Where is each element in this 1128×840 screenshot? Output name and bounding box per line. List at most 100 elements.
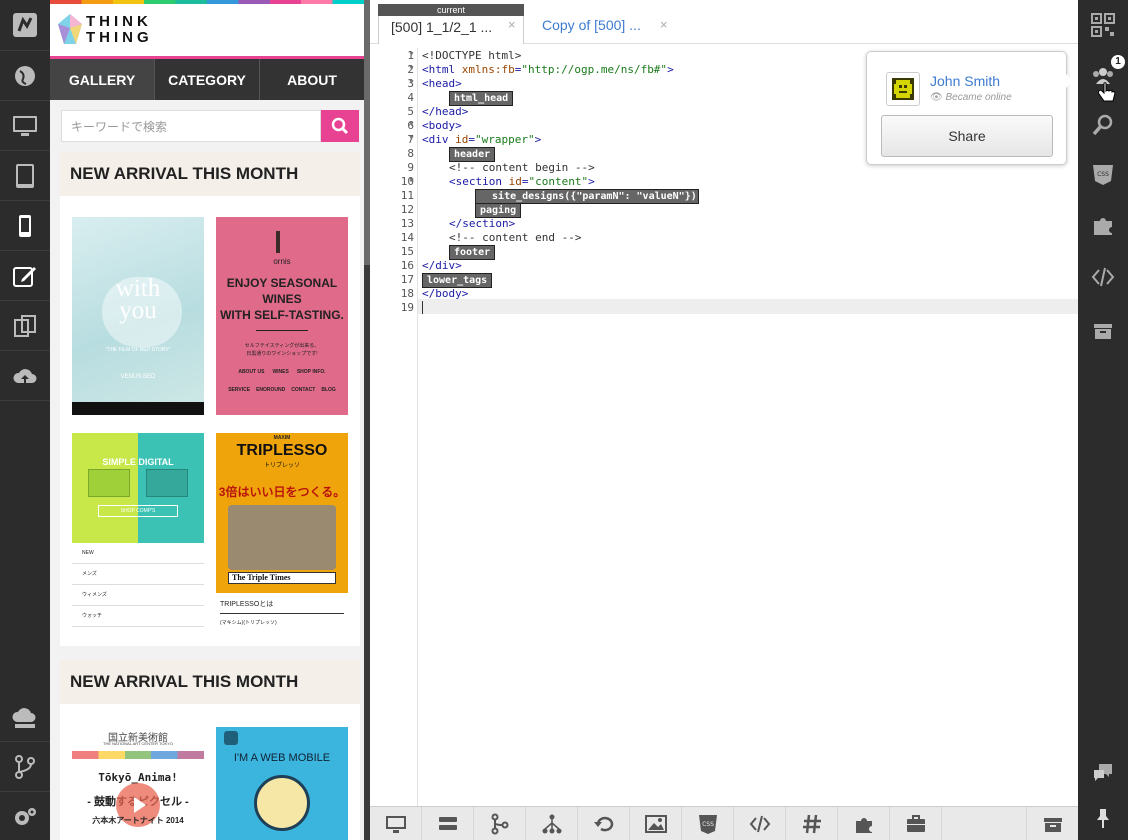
code-button[interactable]: [734, 807, 786, 840]
fold-arrow-icon[interactable]: ▼: [408, 79, 415, 86]
code-line-9: <!-- content begin -->: [449, 161, 595, 174]
line-number: 16: [400, 259, 414, 272]
code-icon: [749, 815, 770, 833]
tab-current-file[interactable]: current [500] 1_1/2_1 ...: [378, 4, 524, 44]
thumb2-link2: BLOG: [321, 387, 336, 393]
smartphone-icon[interactable]: [0, 201, 50, 251]
close-tab-icon[interactable]: ×: [508, 17, 516, 32]
branch-icon[interactable]: [0, 742, 50, 792]
css-button[interactable]: CSS: [682, 807, 734, 840]
pin-icon[interactable]: [1078, 793, 1128, 840]
nav-about[interactable]: ABOUT: [260, 59, 364, 100]
fold-arrow-icon[interactable]: ▼: [408, 51, 415, 58]
sitemap-icon: [542, 814, 561, 834]
editor-tabs: current [500] 1_1/2_1 ... × Copy of [500…: [370, 0, 1078, 44]
preview-search: キーワードで検索: [61, 110, 359, 142]
fold-arrow-icon[interactable]: ▼: [408, 177, 415, 184]
tablet-icon[interactable]: [0, 151, 50, 201]
nav-gallery[interactable]: GALLERY: [50, 59, 155, 100]
briefcase-button[interactable]: [890, 807, 942, 840]
search-icon[interactable]: [1078, 100, 1128, 150]
svg-text:CSS: CSS: [1097, 171, 1109, 178]
qr-code-icon[interactable]: [1078, 0, 1128, 50]
left-sidebar: [0, 0, 50, 840]
edit-icon[interactable]: [0, 251, 50, 301]
line-number: 19: [400, 301, 414, 314]
template-tag-lower-tags[interactable]: lower_tags: [422, 273, 493, 288]
share-button[interactable]: Share: [881, 115, 1053, 157]
close-tab-icon[interactable]: ×: [660, 17, 668, 32]
code-token: "wrapper": [475, 133, 535, 146]
code-line-16: </div>: [422, 259, 462, 272]
app-logo-icon[interactable]: [0, 0, 50, 50]
thumb2-headline2: WINES: [262, 292, 302, 306]
puzzle-icon[interactable]: [1078, 200, 1128, 250]
popup-arrow: [1066, 74, 1073, 88]
globe-icon[interactable]: [0, 51, 50, 101]
template-tag-header[interactable]: header: [449, 147, 496, 162]
tab-current-label: [500] 1_1/2_1 ...: [391, 19, 493, 35]
code-token: >: [667, 63, 674, 76]
archive-button[interactable]: [1026, 807, 1078, 840]
image-icon: [644, 815, 667, 833]
gallery-thumb-triplesso[interactable]: MAXIM TRIPLESSO トリプレッソ 3倍はいい日をつくる。 The T…: [216, 433, 348, 629]
template-tag-footer[interactable]: footer: [449, 245, 496, 260]
sitemap-button[interactable]: [526, 807, 578, 840]
hash-button[interactable]: [786, 807, 838, 840]
settings-icon[interactable]: [0, 792, 50, 840]
thumb2-sub2: 日黒通りのワインショップです!: [246, 351, 318, 357]
css-icon[interactable]: CSS: [1078, 150, 1128, 200]
fold-arrow-icon[interactable]: ▼: [408, 135, 415, 142]
upload-tray-icon[interactable]: [0, 692, 50, 742]
undo-history-button[interactable]: [578, 807, 630, 840]
gallery-thumb-tokyo-anima[interactable]: 国立新美術館 THE NATIONAL ART CENTER TOKYO Tōk…: [72, 727, 204, 840]
nav-category[interactable]: CATEGORY: [155, 59, 260, 100]
image-button[interactable]: [630, 807, 682, 840]
template-tag-site-designs[interactable]: site_designs({"paramN": "valueN"}): [475, 189, 699, 204]
thumb2-link2: SERVICE: [228, 387, 251, 393]
search-button[interactable]: [321, 110, 359, 142]
search-input[interactable]: キーワードで検索: [61, 110, 321, 142]
layout-rows-button[interactable]: [422, 807, 474, 840]
archive-icon[interactable]: [1078, 305, 1128, 355]
tree-button[interactable]: [474, 807, 526, 840]
tab-copy-file[interactable]: Copy of [500] ...: [542, 17, 641, 33]
undo-icon: [593, 816, 613, 832]
line-number: 4: [407, 91, 414, 104]
preview-header: THINK THING: [50, 4, 364, 56]
site-preview: THINK THING GALLERY CATEGORY ABOUT キーワード…: [50, 0, 364, 840]
copy-icon[interactable]: [0, 301, 50, 351]
code-line-6: <body>: [422, 119, 462, 132]
code-token: "content": [528, 175, 589, 188]
user-name-link[interactable]: John Smith: [930, 73, 1000, 89]
gallery-thumb-venus-bed[interactable]: with you "THE FILM OF BED STORY" VENUS B…: [72, 217, 204, 415]
plugin-button[interactable]: [838, 807, 890, 840]
template-tag-html-head[interactable]: html_head: [449, 91, 514, 106]
preview-desktop-button[interactable]: [370, 807, 422, 840]
online-count-badge: 1: [1111, 55, 1125, 69]
gallery-thumb-web-mobile[interactable]: I'M A WEB MOBILE: [216, 727, 348, 840]
branch-tree-icon: [491, 813, 508, 835]
code-token: =: [468, 133, 475, 146]
template-tag-paging[interactable]: paging: [475, 203, 522, 218]
fold-arrow-icon[interactable]: ▼: [408, 121, 415, 128]
pixel-avatar-icon: [892, 78, 914, 100]
line-number: 14: [400, 231, 414, 244]
logo-text[interactable]: THINK THING: [86, 14, 153, 46]
chat-icon[interactable]: [1078, 748, 1128, 798]
new-arrival-section-2: NEW ARRIVAL THIS MONTH 国立新美術館 THE NATION…: [60, 660, 360, 840]
logo-line1: THINK: [86, 13, 152, 30]
avatar[interactable]: [886, 72, 920, 106]
logo-gem-icon: [58, 14, 82, 44]
preview-nav: GALLERY CATEGORY ABOUT: [50, 56, 364, 100]
code-icon[interactable]: [1078, 252, 1128, 302]
fold-arrow-icon[interactable]: ▼: [408, 65, 415, 72]
line-number: 18: [400, 287, 414, 300]
cloud-upload-icon[interactable]: [0, 351, 50, 401]
gallery-thumb-ornis[interactable]: ornis ENJOY SEASONAL WINES WITH SELF-TAS…: [216, 217, 348, 415]
thumb2-link: WINES: [272, 369, 289, 375]
code-line-7: <div id="wrapper">: [422, 133, 541, 146]
active-line-highlight: [370, 299, 1078, 314]
desktop-icon[interactable]: [0, 101, 50, 151]
gallery-thumb-simple-digital[interactable]: SIMPLE DIGITAL SHOP COMP'S NEW メンズ ウィメンズ…: [72, 433, 204, 629]
